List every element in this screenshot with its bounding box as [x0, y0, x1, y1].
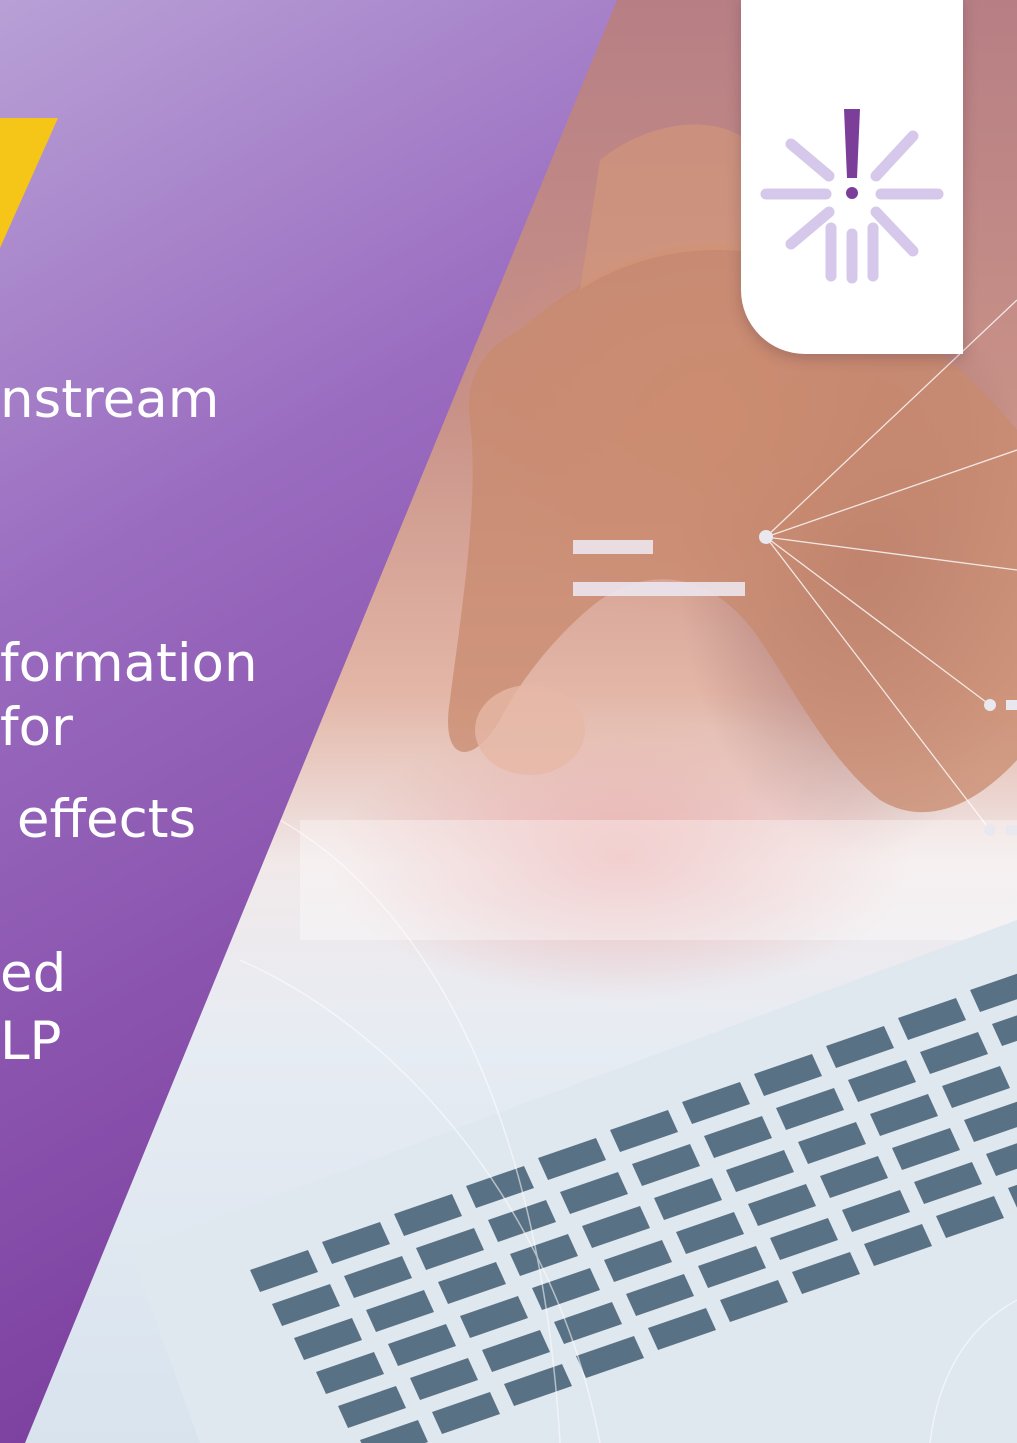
text-line-4: effects — [0, 789, 197, 850]
logo-card — [741, 0, 963, 354]
burst-exclamation-icon — [760, 109, 944, 284]
slide: nstream formation for effects ed LP — [0, 0, 1017, 1443]
text-line-2: formation — [0, 633, 258, 694]
text-line-5: ed — [0, 943, 67, 1004]
text-line-3: for — [0, 697, 73, 758]
text-line-1: nstream — [0, 369, 220, 430]
text-line-6: LP — [0, 1011, 62, 1072]
